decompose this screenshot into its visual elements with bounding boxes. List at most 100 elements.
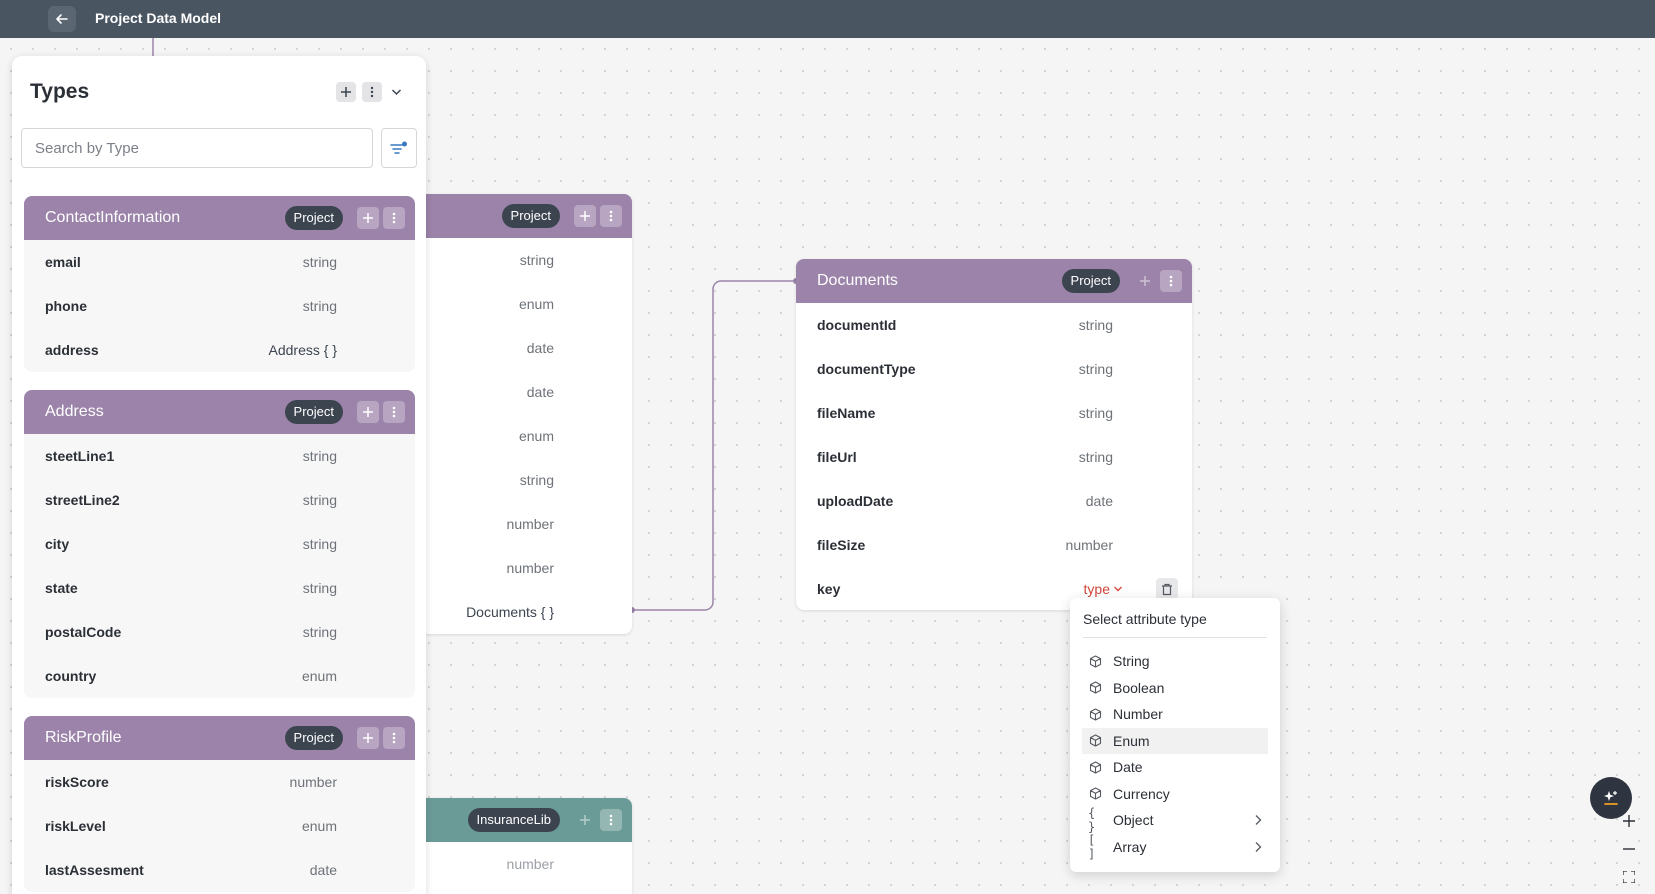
attribute-name: email bbox=[45, 254, 81, 270]
attribute-name: streetLine2 bbox=[45, 492, 120, 508]
attribute-row[interactable]: country enum bbox=[24, 654, 415, 698]
attribute-type: string bbox=[302, 448, 337, 464]
zoom-out-button[interactable] bbox=[1620, 840, 1638, 858]
attribute-row[interactable]: uploadDate date bbox=[796, 479, 1192, 523]
card-header: ContactInformation Project bbox=[24, 196, 415, 240]
scope-badge: Project bbox=[284, 206, 343, 230]
sparkle-icon bbox=[1604, 791, 1618, 805]
cube-icon bbox=[1088, 654, 1102, 668]
more-options-button[interactable] bbox=[1160, 270, 1182, 292]
menu-item-label: Enum bbox=[1113, 732, 1150, 749]
menu-item-enum[interactable]: Enum bbox=[1082, 727, 1268, 754]
attribute-type: date bbox=[1085, 493, 1113, 509]
back-button[interactable] bbox=[48, 6, 76, 32]
plus-icon bbox=[341, 87, 351, 97]
attribute-type: string bbox=[1078, 361, 1113, 377]
attribute-row[interactable]: postalCode string bbox=[24, 610, 415, 654]
attribute-row[interactable]: fileName string bbox=[796, 391, 1192, 435]
attribute-name: fileUrl bbox=[817, 449, 857, 465]
cube-icon bbox=[1088, 734, 1102, 747]
fit-view-button[interactable] bbox=[1620, 868, 1638, 886]
attribute-type: string bbox=[1078, 405, 1113, 421]
kebab-icon bbox=[370, 86, 374, 98]
attribute-type: date bbox=[526, 384, 554, 400]
attribute-row[interactable]: phone string bbox=[24, 284, 415, 328]
attribute-name[interactable]: key bbox=[817, 581, 1084, 597]
more-options-button[interactable] bbox=[383, 727, 405, 749]
arrow-left-icon bbox=[56, 14, 68, 24]
menu-item-object[interactable]: { } Object bbox=[1082, 806, 1268, 834]
attribute-row[interactable]: lastAssesment date bbox=[24, 848, 415, 892]
filter-icon bbox=[390, 141, 407, 154]
type-card[interactable]: ContactInformation Project email string phon… bbox=[24, 196, 415, 372]
attribute-type: string bbox=[302, 298, 337, 314]
add-attribute-button[interactable] bbox=[574, 205, 596, 227]
add-attribute-button[interactable] bbox=[357, 207, 379, 229]
attribute-row[interactable]: documentType string bbox=[796, 347, 1192, 391]
add-attribute-button[interactable] bbox=[357, 401, 379, 423]
type-card[interactable]: RiskProfile Project riskScore number riskLev… bbox=[24, 716, 415, 892]
attribute-row[interactable]: steetLine1 string bbox=[24, 434, 415, 478]
panel-more-button[interactable] bbox=[362, 82, 382, 102]
attribute-name: phone bbox=[45, 298, 87, 314]
more-options-button[interactable] bbox=[383, 207, 405, 229]
attribute-row[interactable]: fileUrl string bbox=[796, 435, 1192, 479]
menu-item-boolean[interactable]: Boolean bbox=[1082, 675, 1268, 701]
minus-icon bbox=[1623, 848, 1635, 850]
card-header: RiskProfile Project bbox=[24, 716, 415, 760]
menu-item-date[interactable]: Date bbox=[1082, 754, 1268, 780]
attribute-type: string bbox=[302, 492, 337, 508]
attribute-type: number bbox=[506, 516, 554, 532]
attribute-row[interactable]: documentId string bbox=[796, 303, 1192, 347]
type-search-input[interactable] bbox=[21, 128, 373, 168]
more-options-button[interactable] bbox=[383, 401, 405, 423]
type-select-trigger[interactable]: type bbox=[1084, 581, 1123, 597]
attribute-row[interactable]: city string bbox=[24, 522, 415, 566]
documents-type-card[interactable]: Documents Project documentId string docume… bbox=[796, 259, 1192, 610]
filter-button[interactable] bbox=[381, 128, 417, 168]
zoom-in-button[interactable] bbox=[1620, 812, 1638, 830]
attribute-row[interactable]: riskScore number bbox=[24, 760, 415, 804]
add-attribute-button[interactable] bbox=[357, 727, 379, 749]
more-options-button[interactable] bbox=[600, 205, 622, 227]
scope-badge: InsuranceLib bbox=[467, 808, 560, 832]
chevron-down-icon bbox=[391, 89, 401, 96]
attribute-row[interactable]: streetLine2 string bbox=[24, 478, 415, 522]
attribute-name: lastAssesment bbox=[45, 862, 144, 878]
attribute-row[interactable]: address Address { } bbox=[24, 328, 415, 372]
types-panel: Types ContactInformation Project email stri… bbox=[12, 56, 426, 894]
attribute-row[interactable]: state string bbox=[24, 566, 415, 610]
cube-icon bbox=[1088, 760, 1102, 774]
attribute-type: number bbox=[289, 774, 337, 790]
chevron-right-icon bbox=[1254, 813, 1262, 829]
attribute-type: string bbox=[302, 624, 337, 640]
cube-icon bbox=[1088, 707, 1102, 721]
attribute-row[interactable]: email string bbox=[24, 240, 415, 284]
type-card[interactable]: Address Project steetLine1 string streetLine… bbox=[24, 390, 415, 698]
add-attribute-button[interactable] bbox=[1134, 270, 1156, 292]
type-placeholder: type bbox=[1083, 581, 1110, 597]
attribute-type: string bbox=[302, 580, 337, 596]
more-options-button[interactable] bbox=[600, 809, 622, 831]
menu-item-number[interactable]: Number bbox=[1082, 701, 1268, 727]
attribute-name: documentId bbox=[817, 317, 897, 333]
delete-attribute-button[interactable] bbox=[1156, 578, 1178, 600]
attribute-row[interactable]: fileSize number bbox=[796, 523, 1192, 567]
add-type-button[interactable] bbox=[336, 82, 356, 102]
kebab-icon bbox=[609, 814, 613, 826]
menu-item-array[interactable]: [ ] Array bbox=[1082, 832, 1268, 861]
menu-item-currency[interactable]: Currency bbox=[1082, 781, 1268, 807]
menu-item-string[interactable]: String bbox=[1082, 648, 1268, 674]
plus-icon bbox=[580, 815, 590, 825]
collapse-panel-button[interactable] bbox=[388, 84, 404, 100]
brackets-icon: [ ] bbox=[1088, 832, 1096, 861]
attribute-name: fileSize bbox=[817, 537, 866, 553]
scope-badge: Project bbox=[1061, 269, 1120, 293]
attribute-row[interactable]: riskLevel enum bbox=[24, 804, 415, 848]
chevron-down-icon bbox=[1114, 586, 1122, 592]
fullscreen-icon bbox=[1623, 871, 1635, 883]
menu-item-label: String bbox=[1113, 653, 1150, 669]
attribute-type: string bbox=[519, 472, 554, 488]
add-attribute-button[interactable] bbox=[574, 809, 596, 831]
plus-icon bbox=[363, 213, 373, 223]
